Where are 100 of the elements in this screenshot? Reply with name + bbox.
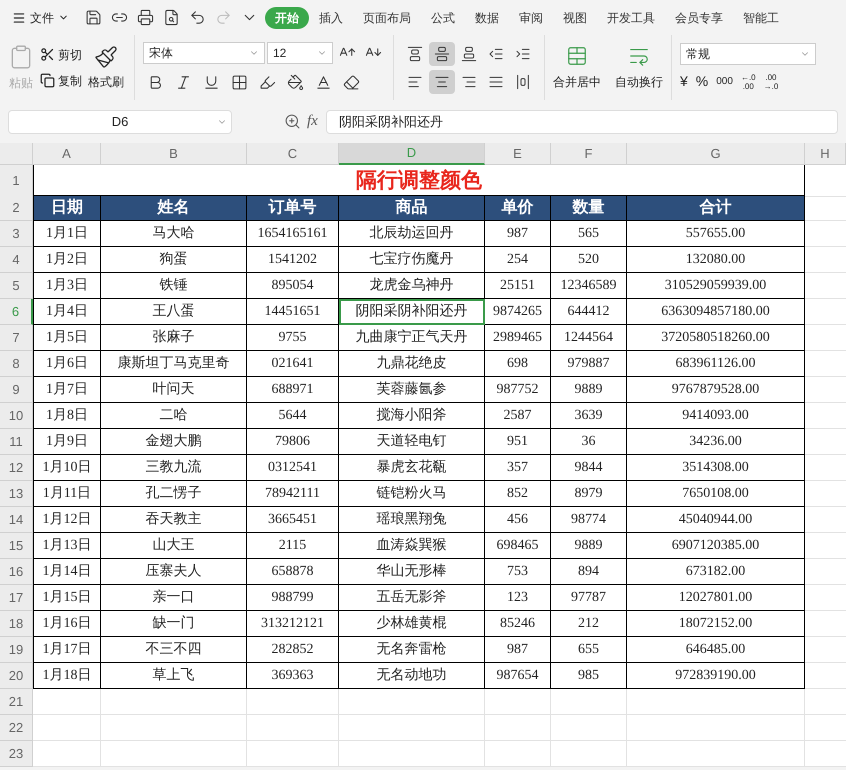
table-cell: 1月2日: [33, 247, 101, 273]
table-cell: 二哈: [101, 403, 247, 429]
thousands-button[interactable]: 000: [716, 74, 733, 89]
ribbon-tab[interactable]: 智能工: [733, 6, 789, 28]
row-header[interactable]: 10: [0, 403, 33, 429]
ribbon-tab[interactable]: 插入: [309, 6, 353, 28]
table-cell: 85246: [485, 611, 551, 637]
table-cell: 6363094857180.00: [627, 299, 805, 325]
row-header[interactable]: 20: [0, 663, 33, 689]
row-header[interactable]: 13: [0, 481, 33, 507]
font-size-dropdown[interactable]: 12: [267, 42, 333, 64]
row-header[interactable]: 2: [0, 195, 33, 221]
column-header[interactable]: F: [551, 143, 627, 165]
row-header[interactable]: 23: [0, 741, 33, 767]
table-cell: 金翅大鹏: [101, 429, 247, 455]
row-header[interactable]: 9: [0, 377, 33, 403]
row-header[interactable]: 8: [0, 351, 33, 377]
header-cell: 单价: [485, 195, 551, 221]
row-header[interactable]: 14: [0, 507, 33, 533]
column-header[interactable]: G: [627, 143, 805, 165]
cut-button[interactable]: 剪切: [40, 46, 82, 64]
table-cell: 132080.00: [627, 247, 805, 273]
ribbon-tab[interactable]: 数据: [465, 6, 509, 28]
table-cell: 18072152.00: [627, 611, 805, 637]
row-header[interactable]: 16: [0, 559, 33, 585]
table-cell: 九曲康宁正气天丹: [339, 325, 485, 351]
table-cell: 1月6日: [33, 351, 101, 377]
table-cell: 646485.00: [627, 637, 805, 663]
table-cell: 1244564: [551, 325, 627, 351]
merge-center-button[interactable]: 合并居中: [553, 44, 601, 90]
row-header[interactable]: 17: [0, 585, 33, 611]
ribbon-tab[interactable]: 开始: [265, 6, 309, 28]
decimal-button[interactable]: ←.0 .00: [740, 72, 756, 90]
table-cell: 021641: [247, 351, 339, 377]
decimal-button[interactable]: .00 →.0: [764, 72, 778, 90]
format-painter-button[interactable]: 格式刷: [88, 44, 124, 90]
ribbon-tab[interactable]: 公式: [421, 6, 465, 28]
currency-button[interactable]: ¥: [680, 71, 688, 92]
table-cell: 1月18日: [33, 663, 101, 689]
table-cell: 1月13日: [33, 533, 101, 559]
row-header[interactable]: 7: [0, 325, 33, 351]
row-header[interactable]: 4: [0, 247, 33, 273]
fx-label: fx: [307, 112, 318, 132]
column-header[interactable]: D: [339, 143, 485, 165]
formula-field[interactable]: 阴阳采阴补阳还丹: [326, 110, 838, 134]
table-cell: 孔二愣子: [101, 481, 247, 507]
number-format-dropdown[interactable]: 常规: [680, 43, 816, 65]
column-header[interactable]: B: [101, 143, 247, 165]
table-cell: 3665451: [247, 507, 339, 533]
table-cell: 985: [551, 663, 627, 689]
row-header[interactable]: 12: [0, 455, 33, 481]
table-cell: 456: [485, 507, 551, 533]
table-cell: 山大王: [101, 533, 247, 559]
row-header[interactable]: 1: [0, 165, 33, 196]
row-header[interactable]: 11: [0, 429, 33, 455]
row-header[interactable]: 22: [0, 715, 33, 741]
row-header[interactable]: 15: [0, 533, 33, 559]
wrap-text-button[interactable]: 自动换行: [615, 44, 663, 90]
column-header[interactable]: E: [485, 143, 551, 165]
table-cell: 3639: [551, 403, 627, 429]
table-cell: 520: [551, 247, 627, 273]
row-header[interactable]: 19: [0, 637, 33, 663]
table-cell: 九鼎花绝皮: [339, 351, 485, 377]
column-header[interactable]: H: [805, 143, 846, 165]
table-cell: 34236.00: [627, 429, 805, 455]
column-header[interactable]: A: [33, 143, 101, 165]
row-header[interactable]: 21: [0, 689, 33, 715]
table-cell: 987: [485, 637, 551, 663]
table-cell: 无名动地功: [339, 663, 485, 689]
zoom-icon[interactable]: [284, 113, 301, 130]
eraser-icon: [342, 74, 360, 91]
header-cell: 商品: [339, 195, 485, 221]
ribbon-tab[interactable]: 开发工具: [597, 6, 665, 28]
ribbon-tab[interactable]: 审阅: [509, 6, 553, 28]
percent-button[interactable]: %: [696, 71, 708, 92]
center-align-button[interactable]: [429, 70, 455, 94]
middle-align-button[interactable]: [429, 42, 455, 66]
table-cell: 9844: [551, 455, 627, 481]
row-header[interactable]: 6: [0, 299, 33, 325]
header-cell: 姓名: [101, 195, 247, 221]
table-cell: 8979: [551, 481, 627, 507]
ribbon-tab[interactable]: 会员专享: [665, 6, 733, 28]
file-menu[interactable]: 文件: [8, 8, 73, 26]
table-cell: 12346589: [551, 273, 627, 299]
ribbon-tab[interactable]: 视图: [553, 6, 597, 28]
row-header[interactable]: 3: [0, 221, 33, 247]
copy-icon: [40, 73, 55, 88]
row-header[interactable]: 5: [0, 273, 33, 299]
ribbon-tab[interactable]: 页面布局: [353, 6, 421, 28]
row-header[interactable]: 18: [0, 611, 33, 637]
table-cell: 血涛焱巽猴: [339, 533, 485, 559]
table-cell: 2115: [247, 533, 339, 559]
font-dropdown[interactable]: 宋体: [143, 42, 265, 64]
table-cell: 1月8日: [33, 403, 101, 429]
table-cell: 79806: [247, 429, 339, 455]
table-cell: 王八蛋: [101, 299, 247, 325]
table-cell: 36: [551, 429, 627, 455]
name-box[interactable]: D6: [8, 110, 232, 134]
table-cell: 9889: [551, 377, 627, 403]
copy-button[interactable]: 复制: [40, 72, 82, 90]
